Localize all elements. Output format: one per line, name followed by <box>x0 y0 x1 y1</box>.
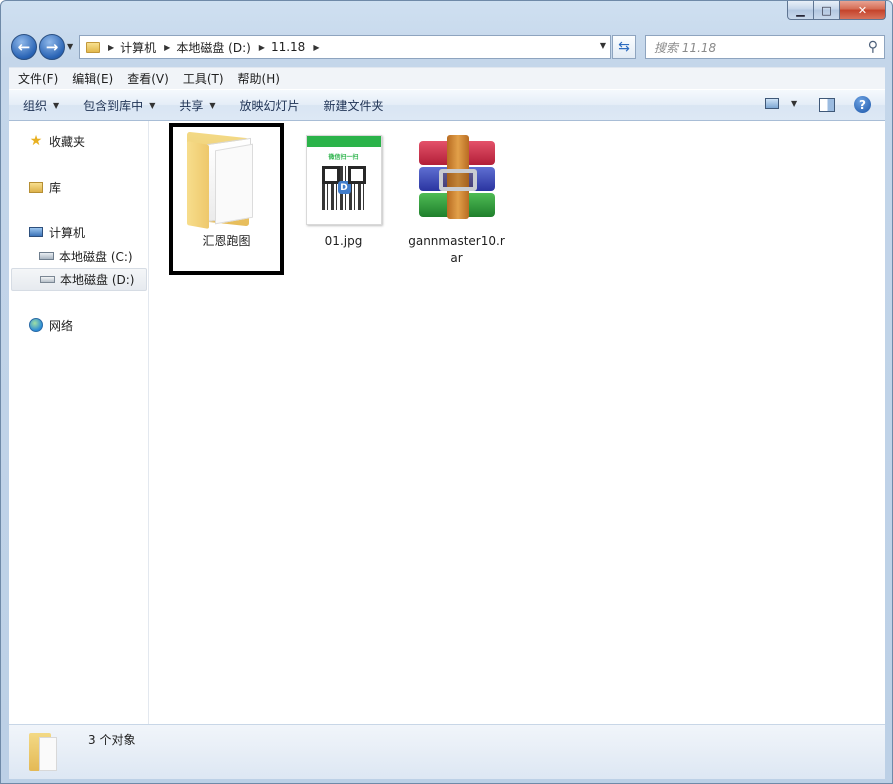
chevron-right-icon[interactable]: ▶ <box>164 43 170 52</box>
view-icon <box>765 98 779 109</box>
sidebar-item-label: 本地磁盘 (D:) <box>60 273 135 287</box>
network-icon <box>28 317 44 333</box>
new-folder-button[interactable]: 新建文件夹 <box>310 97 394 114</box>
folder-icon <box>86 41 100 53</box>
chevron-down-icon: ▼ <box>209 100 216 110</box>
sidebar-item-drive-d[interactable]: 本地磁盘 (D:) <box>11 268 147 291</box>
address-bar[interactable]: ▶ 计算机 ▶ 本地磁盘 (D:) ▶ 11.18 ▶ ▼ <box>79 35 611 59</box>
qr-title: 微信扫一扫 <box>328 154 359 161</box>
sidebar-item-network[interactable]: 网络 <box>28 315 73 335</box>
image-thumbnail: 微信扫一扫 D <box>296 129 392 225</box>
explorer-content: ★ 收藏夹 库 计算机 本地磁盘 (C:) 本地磁盘 (D:) 网络 汇恩跑图 … <box>9 121 885 724</box>
breadcrumb-drive-d[interactable]: 本地磁盘 (D:) <box>176 39 250 56</box>
organize-label: 组织 <box>23 98 48 113</box>
breadcrumb-computer[interactable]: 计算机 <box>120 39 156 56</box>
organize-button[interactable]: 组织 ▼ <box>9 97 69 114</box>
file-name: 01.jpg <box>324 234 363 248</box>
library-icon <box>28 179 44 195</box>
include-library-label: 包含到库中 <box>83 98 144 113</box>
sidebar-item-label: 网络 <box>49 318 74 333</box>
back-button[interactable]: ← <box>11 34 37 60</box>
file-name: gannmaster10.rar <box>408 234 505 265</box>
sidebar-item-label: 计算机 <box>49 225 86 240</box>
forward-button[interactable]: → <box>39 34 65 60</box>
menu-edit[interactable]: 编辑(E) <box>63 70 118 87</box>
sidebar-item-libraries[interactable]: 库 <box>28 177 61 197</box>
search-placeholder: 搜索 11.18 <box>654 40 717 55</box>
recent-pages-dropdown[interactable]: ▼ <box>67 42 73 51</box>
file-list: 汇恩跑图 微信扫一扫 D 01.jpg gannmaster10.rar <box>150 121 885 724</box>
file-item-folder[interactable]: 汇恩跑图 <box>169 123 284 275</box>
folder-icon <box>29 731 61 771</box>
chevron-right-icon[interactable]: ▶ <box>259 43 265 52</box>
include-in-library-button[interactable]: 包含到库中 ▼ <box>69 97 165 114</box>
drive-icon <box>39 272 55 288</box>
item-count: 3 个对象 <box>88 733 136 747</box>
breadcrumb-current-folder[interactable]: 11.18 <box>271 40 305 54</box>
sidebar-item-drive-c[interactable]: 本地磁盘 (C:) <box>38 246 133 266</box>
archive-icon <box>409 129 505 225</box>
qr-badge: D <box>337 181 351 194</box>
preview-pane-icon[interactable] <box>819 98 835 112</box>
chevron-down-icon: ▼ <box>53 100 60 110</box>
sidebar-item-computer[interactable]: 计算机 <box>28 222 85 242</box>
maximize-button[interactable]: □ <box>814 1 840 20</box>
command-bar: 组织 ▼ 包含到库中 ▼ 共享 ▼ 放映幻灯片 新建文件夹 ▼ ? <box>9 89 885 121</box>
share-label: 共享 <box>179 98 204 113</box>
navigation-pane: ★ 收藏夹 库 计算机 本地磁盘 (C:) 本地磁盘 (D:) 网络 <box>9 121 149 724</box>
folder-icon <box>179 129 275 229</box>
computer-icon <box>28 224 44 240</box>
close-button[interactable]: ✕ <box>840 1 886 20</box>
star-icon: ★ <box>29 133 43 149</box>
change-view-button[interactable]: ▼ <box>765 98 797 109</box>
menu-view[interactable]: 查看(V) <box>118 70 174 87</box>
chevron-right-icon[interactable]: ▶ <box>108 43 114 52</box>
sidebar-item-favorites[interactable]: ★ 收藏夹 <box>28 131 85 151</box>
menu-file[interactable]: 文件(F) <box>9 70 63 87</box>
file-name: 汇恩跑图 <box>202 234 251 248</box>
drive-icon <box>38 248 54 264</box>
menu-tools[interactable]: 工具(T) <box>174 70 229 87</box>
chevron-down-icon: ▼ <box>149 100 156 110</box>
search-input[interactable]: 搜索 11.18 ⚲ <box>645 35 885 59</box>
explorer-window: ▁ □ ✕ ← → ▼ ▶ 计算机 ▶ 本地磁盘 (D:) ▶ 11.18 ▶ … <box>0 0 893 784</box>
address-history-dropdown[interactable]: ▼ <box>600 41 606 50</box>
minimize-button[interactable]: ▁ <box>787 1 814 20</box>
help-icon[interactable]: ? <box>854 96 871 113</box>
menu-help[interactable]: 帮助(H) <box>229 70 285 87</box>
sidebar-item-label: 收藏夹 <box>49 134 86 149</box>
refresh-icon: ⇆ <box>618 39 630 55</box>
chevron-right-icon[interactable]: ▶ <box>313 43 319 52</box>
navigation-bar: ← → ▼ ▶ 计算机 ▶ 本地磁盘 (D:) ▶ 11.18 ▶ ▼ ⇆ 搜索… <box>9 31 885 63</box>
sidebar-item-label: 本地磁盘 (C:) <box>59 249 133 264</box>
chevron-down-icon[interactable]: ▼ <box>791 99 797 108</box>
share-button[interactable]: 共享 ▼ <box>165 97 225 114</box>
file-item-jpg[interactable]: 微信扫一扫 D 01.jpg <box>286 127 401 279</box>
refresh-button[interactable]: ⇆ <box>612 35 636 59</box>
qr-code-icon: D <box>321 166 366 210</box>
menu-bar: 文件(F) 编辑(E) 查看(V) 工具(T) 帮助(H) <box>9 67 885 89</box>
status-bar: 3 个对象 <box>9 724 885 779</box>
sidebar-item-label: 库 <box>49 180 62 195</box>
caption-buttons: ▁ □ ✕ <box>787 1 886 20</box>
slideshow-button[interactable]: 放映幻灯片 <box>226 97 310 114</box>
search-icon[interactable]: ⚲ <box>868 39 878 55</box>
file-item-rar[interactable]: gannmaster10.rar <box>399 127 514 279</box>
